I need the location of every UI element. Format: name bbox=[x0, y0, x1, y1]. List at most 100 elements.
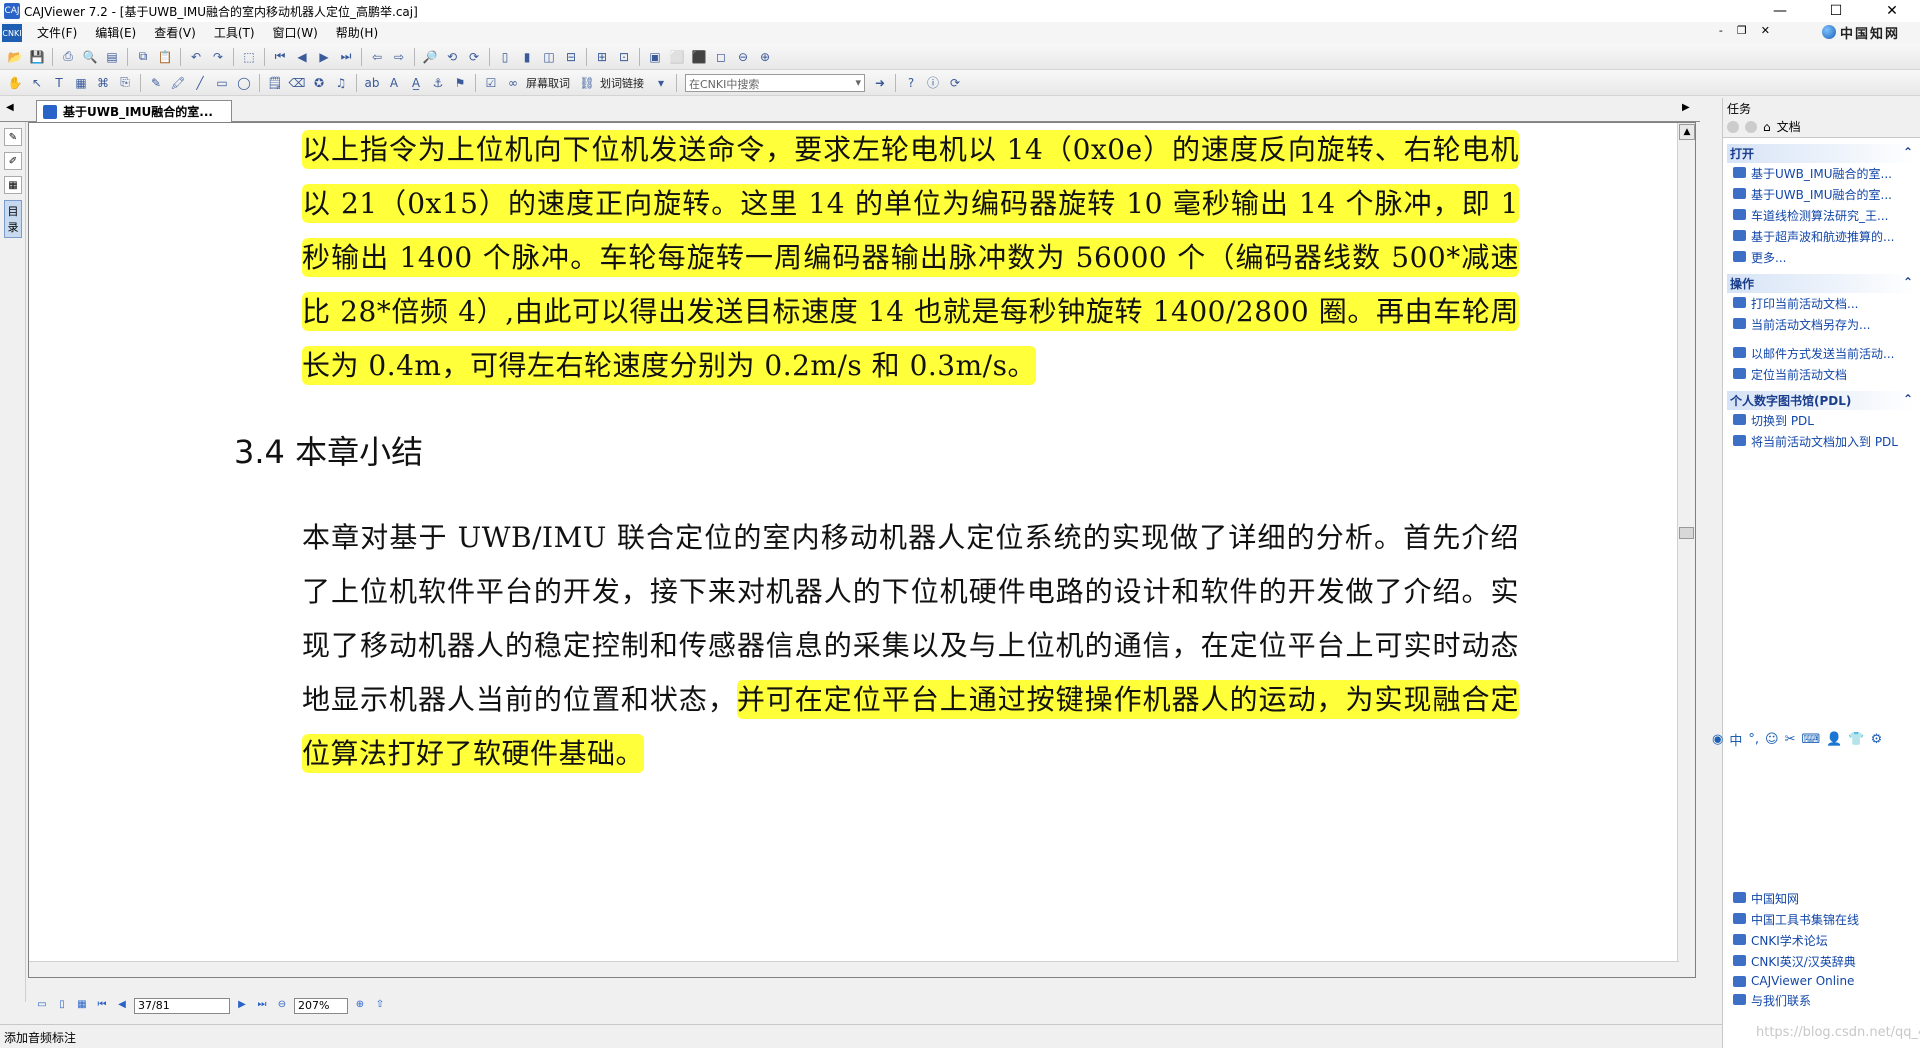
zoom-in-icon[interactable]: ⊕ bbox=[756, 48, 774, 66]
menu-tools[interactable]: 工具(T) bbox=[205, 22, 264, 44]
forward-icon[interactable]: ⇨ bbox=[390, 48, 408, 66]
search-go-icon[interactable]: ➜ bbox=[871, 74, 889, 92]
doc-close-button[interactable]: ✕ bbox=[1761, 24, 1770, 37]
tools-icon[interactable]: ✂ bbox=[1785, 732, 1796, 747]
text-annotation-icon[interactable]: ab bbox=[363, 74, 381, 92]
redo-icon[interactable]: ↷ bbox=[209, 48, 227, 66]
gear-icon[interactable]: ⚙ bbox=[1871, 732, 1883, 747]
fit-page-icon[interactable]: ⬜ bbox=[668, 48, 686, 66]
switch-pdl-link[interactable]: 切换到 PDL bbox=[1727, 410, 1916, 431]
fullscreen-icon[interactable]: ▣ bbox=[646, 48, 664, 66]
actual-size-icon[interactable]: ◻ bbox=[712, 48, 730, 66]
snapshot-icon[interactable]: ⎘ bbox=[116, 74, 134, 92]
vertical-scrollbar[interactable]: ▲ bbox=[1677, 123, 1695, 977]
info-icon[interactable]: ⓘ bbox=[924, 74, 942, 92]
emoji-icon[interactable]: ☺ bbox=[1765, 732, 1779, 747]
word-link-button[interactable]: 划词链接 bbox=[600, 75, 644, 91]
prev-page-icon[interactable]: ◀ bbox=[293, 48, 311, 66]
copy-icon[interactable]: ⧉ bbox=[134, 48, 152, 66]
annotation-panel-icon[interactable]: ✎ bbox=[4, 128, 22, 146]
recent-doc-link[interactable]: 基于UWB_IMU融合的室... bbox=[1727, 184, 1916, 205]
pdl-section-title[interactable]: 个人数字图书馆(PDL) ⌃ bbox=[1727, 391, 1916, 410]
rotate-left-icon[interactable]: ⟲ bbox=[443, 48, 461, 66]
recent-doc-link[interactable]: 基于UWB_IMU融合的室... bbox=[1727, 163, 1916, 184]
recent-doc-link[interactable]: 车道线检测算法研究_王... bbox=[1727, 205, 1916, 226]
cnki-link[interactable]: 中国知网 bbox=[1727, 888, 1917, 909]
cnki-menu-logo[interactable]: CNKI bbox=[2, 24, 22, 42]
ime-logo-icon[interactable]: ◉ bbox=[1712, 732, 1723, 747]
keyboard-icon[interactable]: ⌨ bbox=[1801, 732, 1820, 747]
open-icon[interactable]: 📂 bbox=[6, 48, 24, 66]
zoom-level-input[interactable]: 207% bbox=[294, 998, 348, 1014]
layers-panel-icon[interactable]: ▦ bbox=[4, 176, 22, 194]
pen-panel-icon[interactable]: ✐ bbox=[4, 152, 22, 170]
fit-width-icon[interactable]: ⬛ bbox=[690, 48, 708, 66]
home-icon[interactable]: ⌂ bbox=[1763, 120, 1771, 134]
print-doc-link[interactable]: 打印当前活动文档... bbox=[1727, 293, 1916, 314]
update-icon[interactable]: ⟳ bbox=[946, 74, 964, 92]
text-select-icon[interactable]: T bbox=[50, 74, 68, 92]
add-to-pdl-link[interactable]: 将当前活动文档加入到 PDL bbox=[1727, 431, 1916, 452]
anchor-icon[interactable]: ⚓ bbox=[429, 74, 447, 92]
rectangle-icon[interactable]: ▭ bbox=[213, 74, 231, 92]
locate-doc-link[interactable]: 定位当前活动文档 bbox=[1727, 364, 1916, 385]
cnki-search-input[interactable]: 在CNKI中搜索 ▾ bbox=[685, 73, 865, 92]
scroll-top-icon[interactable]: ⇧ bbox=[372, 999, 388, 1013]
dictionary-link[interactable]: CNKI英汉/汉英辞典 bbox=[1727, 951, 1917, 972]
zoom-out-nav-icon[interactable]: ⊖ bbox=[274, 999, 290, 1013]
tab-scroll-left-icon[interactable]: ◀ bbox=[6, 102, 14, 113]
facing-page-icon[interactable]: ◫ bbox=[540, 48, 558, 66]
reference-books-link[interactable]: 中国工具书集锦在线 bbox=[1727, 909, 1917, 930]
menu-edit[interactable]: 编辑(E) bbox=[86, 22, 145, 44]
back-icon[interactable] bbox=[1727, 120, 1739, 133]
task-pane-nav-label[interactable]: 文档 bbox=[1777, 118, 1801, 135]
operations-section-title[interactable]: 操作 ⌃ bbox=[1727, 274, 1916, 293]
double-view-icon[interactable]: ▯ bbox=[54, 999, 70, 1013]
recent-doc-link[interactable]: 基于超声波和航迹推算的... bbox=[1727, 226, 1916, 247]
online-link[interactable]: CAJViewer Online bbox=[1727, 972, 1917, 990]
scrollbar-thumb[interactable] bbox=[1679, 527, 1694, 539]
rotate-right-icon[interactable]: ⟳ bbox=[465, 48, 483, 66]
audio-icon[interactable]: ♫ bbox=[332, 74, 350, 92]
user-icon[interactable]: 👤 bbox=[1826, 732, 1842, 747]
menu-view[interactable]: 查看(V) bbox=[145, 22, 205, 44]
font-icon[interactable]: A bbox=[385, 74, 403, 92]
forward-icon[interactable] bbox=[1745, 120, 1757, 133]
last-page-icon[interactable]: ⏭ bbox=[337, 48, 355, 66]
eraser-icon[interactable]: ⌫ bbox=[288, 74, 306, 92]
horizontal-scrollbar[interactable] bbox=[29, 961, 1679, 977]
tab-scroll-right-icon[interactable]: ▶ bbox=[1682, 102, 1690, 113]
help-icon[interactable]: ? bbox=[902, 74, 920, 92]
view-mode-icon[interactable]: ⊡ bbox=[615, 48, 633, 66]
doc-minimize-button[interactable]: - bbox=[1719, 24, 1723, 37]
stamp-icon[interactable]: ✪ bbox=[310, 74, 328, 92]
screen-select-button[interactable]: 屏幕取词 bbox=[526, 75, 570, 91]
binoculars-icon[interactable]: ∞ bbox=[504, 74, 522, 92]
ellipse-icon[interactable]: ◯ bbox=[235, 74, 253, 92]
image-select-icon[interactable]: ▦ bbox=[72, 74, 90, 92]
link-icon[interactable]: ⛓ bbox=[578, 74, 596, 92]
ime-language-toggle[interactable]: 中 bbox=[1729, 730, 1742, 749]
last-page-nav-icon[interactable]: ⏭ bbox=[254, 999, 270, 1013]
hand-tool-icon[interactable]: ✋ bbox=[6, 74, 24, 92]
line-icon[interactable]: ╱ bbox=[191, 74, 209, 92]
ocr-icon[interactable]: ⌘ bbox=[94, 74, 112, 92]
prev-page-nav-icon[interactable]: ◀ bbox=[114, 999, 130, 1013]
underline-icon[interactable]: A̲ bbox=[407, 74, 425, 92]
note-icon[interactable]: 🗒 bbox=[266, 74, 284, 92]
chevron-down-icon[interactable]: ▾ bbox=[855, 76, 861, 90]
continuous-page-icon[interactable]: ▮ bbox=[518, 48, 536, 66]
print-icon[interactable]: ⎙ bbox=[59, 48, 77, 66]
scan-icon[interactable]: ▤ bbox=[103, 48, 121, 66]
save-icon[interactable]: 💾 bbox=[28, 48, 46, 66]
dropdown-arrow-icon[interactable]: ▾ bbox=[652, 74, 670, 92]
doc-restore-button[interactable]: ❐ bbox=[1737, 24, 1747, 37]
pointer-icon[interactable]: ↖ bbox=[28, 74, 46, 92]
document-viewport[interactable]: 以上指令为上位机向下位机发送命令，要求左轮电机以 14（0x0e）的速度反向旋转… bbox=[28, 122, 1696, 978]
back-icon[interactable]: ⇦ bbox=[368, 48, 386, 66]
scroll-up-icon[interactable]: ▲ bbox=[1679, 124, 1695, 140]
menu-help[interactable]: 帮助(H) bbox=[327, 22, 387, 44]
select-icon[interactable]: ⬚ bbox=[240, 48, 258, 66]
close-button[interactable]: ✕ bbox=[1864, 0, 1920, 22]
cnki-brand-logo[interactable]: 中国知网 bbox=[1821, 22, 1900, 42]
